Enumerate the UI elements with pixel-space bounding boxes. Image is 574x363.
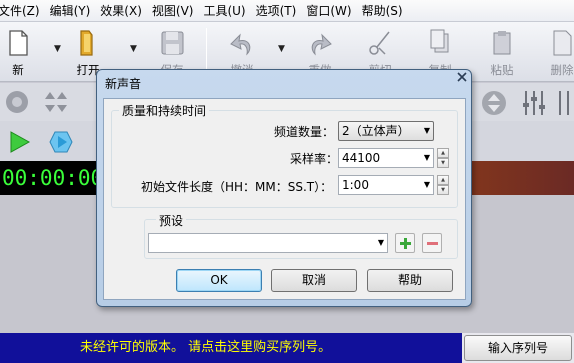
add-preset-button[interactable] — [395, 233, 415, 253]
delete-button-label: 删除 — [550, 63, 574, 77]
paste-button[interactable]: 粘贴 — [480, 26, 524, 80]
loop-play-icon[interactable] — [46, 127, 76, 157]
spin-up-icon[interactable]: ▲ — [437, 148, 449, 158]
cancel-button[interactable]: 取消 — [271, 269, 357, 292]
close-icon[interactable] — [456, 71, 470, 85]
menu-file[interactable]: 文件(Z) — [0, 2, 45, 19]
menu-effects[interactable]: 效果(X) — [95, 2, 147, 19]
sample-rate-combo[interactable]: 44100 ▼ — [338, 148, 434, 168]
chevron-down-icon[interactable]: ▼ — [378, 234, 384, 252]
preset-group-label: 预设 — [156, 212, 187, 229]
spin-down-icon[interactable]: ▼ — [437, 158, 449, 168]
menu-window[interactable]: 窗口(W) — [301, 2, 356, 19]
paste-clipboard-icon — [493, 31, 511, 55]
quality-group-label: 质量和持续时间 — [119, 102, 210, 119]
equalizer-icon[interactable] — [556, 89, 574, 117]
arrange-arrows-icon[interactable] — [42, 88, 70, 116]
new-sound-dialog: 新声音 质量和持续时间 频道数量： 2（立体声） ▼ 采样率： 44100 ▼ … — [96, 69, 472, 307]
length-combo[interactable]: 1:00 ▼ — [338, 175, 434, 195]
spin-up-icon[interactable]: ▲ — [437, 175, 449, 185]
dialog-body: 质量和持续时间 频道数量： 2（立体声） ▼ 采样率： 44100 ▼ ▲ ▼ … — [103, 98, 466, 300]
minus-icon — [427, 242, 438, 245]
open-dropdown-icon[interactable]: ▼ — [130, 44, 137, 54]
menu-edit[interactable]: 编辑(Y) — [45, 2, 96, 19]
record-settings-icon[interactable] — [2, 88, 32, 116]
save-disk-icon — [161, 31, 184, 55]
remove-preset-button[interactable] — [422, 233, 442, 253]
paste-button-label: 粘贴 — [490, 63, 514, 77]
delete-page-icon — [553, 30, 572, 56]
help-button[interactable]: 帮助 — [367, 269, 453, 292]
preset-combo[interactable]: ▼ — [148, 233, 388, 253]
length-spinner[interactable]: ▲ ▼ — [437, 175, 449, 195]
sample-rate-label: 采样率： — [290, 152, 339, 166]
play-icon[interactable] — [6, 129, 32, 155]
delete-button[interactable]: 删除 — [540, 26, 574, 80]
menu-view[interactable]: 视图(V) — [147, 2, 199, 19]
chevron-down-icon: ▼ — [423, 126, 430, 135]
undo-dropdown-icon[interactable]: ▼ — [278, 44, 285, 54]
unlicensed-message[interactable]: 未经许可的版本。 请点击这里购买序列号。 — [0, 333, 462, 363]
menu-tools[interactable]: 工具(U) — [198, 2, 250, 19]
menu-options[interactable]: 选项(T) — [251, 2, 302, 19]
up-down-icon[interactable] — [480, 89, 508, 117]
open-folder-icon — [80, 30, 93, 56]
menu-help[interactable]: 帮助(S) — [357, 2, 408, 19]
menubar: 文件(Z) 编辑(Y) 效果(X) 视图(V) 工具(U) 选项(T) 窗口(W… — [0, 0, 574, 22]
dialog-title: 新声音 — [105, 77, 142, 91]
length-value: 1:00 — [342, 178, 369, 192]
spin-down-icon[interactable]: ▼ — [437, 185, 449, 195]
redo-icon — [311, 33, 332, 56]
time-display: 00:00:00 — [0, 161, 96, 195]
new-button[interactable]: 新 — [0, 26, 40, 80]
channels-label: 频道数量： — [274, 125, 335, 139]
new-dropdown-icon[interactable]: ▼ — [54, 44, 61, 54]
copy-icon — [430, 29, 449, 53]
new-file-icon — [9, 30, 28, 56]
mixer-sliders-icon[interactable] — [520, 89, 550, 117]
chevron-down-icon[interactable]: ▼ — [424, 176, 430, 194]
undo-icon — [230, 33, 251, 56]
channels-value: 2（立体声） — [342, 124, 410, 138]
new-button-label: 新 — [12, 63, 24, 77]
sample-rate-value: 44100 — [342, 151, 381, 165]
sample-rate-spinner[interactable]: ▲ ▼ — [437, 148, 449, 168]
enter-serial-button[interactable]: 输入序列号 — [464, 335, 572, 361]
ok-button[interactable]: OK — [176, 269, 262, 292]
chevron-down-icon[interactable]: ▼ — [424, 149, 430, 167]
scissors-icon — [369, 31, 390, 55]
length-label: 初始文件长度（HH：MM：SS.T）： — [141, 180, 333, 194]
channels-select[interactable]: 2（立体声） ▼ — [338, 121, 434, 141]
